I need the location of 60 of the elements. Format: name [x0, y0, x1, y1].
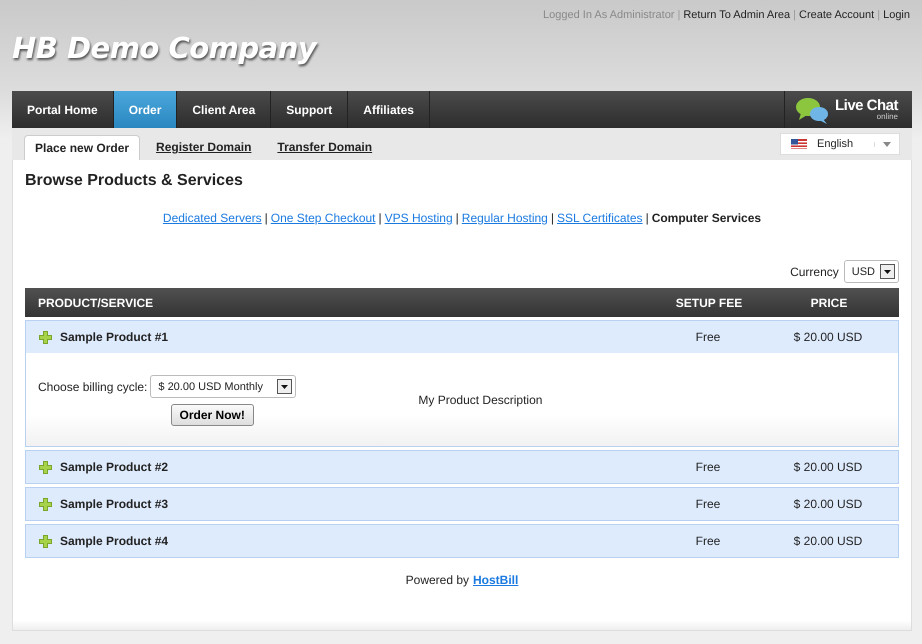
plus-icon	[39, 534, 52, 548]
table-cell-text: $ 20.00 USD	[792, 330, 864, 344]
category-link[interactable]: Dedicated Servers	[162, 211, 262, 225]
table-cell-text: Free	[694, 534, 722, 548]
table-cell-text: $ 20.00 USD	[792, 534, 864, 548]
footer-link[interactable]: HostBill	[473, 573, 518, 587]
flag-icon	[791, 139, 807, 149]
plus-icon	[39, 460, 52, 474]
category-link[interactable]: VPS Hosting	[384, 211, 453, 225]
separator: |	[456, 211, 459, 225]
product-row[interactable]: Sample Product #4 Free $ 20.00 USD	[26, 525, 898, 557]
product-row[interactable]: Sample Product #2 Free $ 20.00 USD	[26, 451, 898, 483]
header-link[interactable]: Login	[883, 9, 910, 21]
separator: |	[677, 9, 680, 21]
header-link[interactable]: Return To Admin Area	[683, 9, 790, 21]
product-row[interactable]: Sample Product #3 Free $ 20.00 USD	[26, 488, 898, 520]
company-logo: HB Demo Company	[12, 31, 319, 65]
table-cell-text: Free	[694, 330, 722, 344]
separator: |	[877, 9, 880, 21]
table-cell-text: $ 20.00 USD	[792, 497, 864, 511]
plus-icon	[39, 498, 52, 510]
page-heading: Browse Products & Services	[25, 171, 244, 190]
column-header: SETUP FEE	[674, 296, 744, 310]
header-link[interactable]: Create Account	[799, 9, 874, 21]
table-cell-text: Free	[694, 497, 722, 511]
billing-label: Choose billing cycle:	[38, 380, 148, 394]
separator: |	[550, 211, 554, 225]
category-link[interactable]: SSL Certificates	[556, 211, 643, 225]
column-header: PRODUCT/SERVICE	[37, 296, 154, 310]
product-name: Sample Product #4	[60, 534, 168, 548]
sub-tab[interactable]: Place new Order	[24, 135, 140, 160]
column-header: PRICE	[810, 296, 848, 310]
separator: |	[646, 211, 649, 225]
separator: |	[378, 211, 382, 225]
plus-icon	[39, 330, 52, 344]
category-link[interactable]: Regular Hosting	[462, 211, 548, 225]
billing-select[interactable]: $ 20.00 USD Monthly	[150, 375, 296, 398]
product-description: My Product Description	[418, 393, 542, 407]
login-status: Logged In As Administrator	[543, 9, 674, 21]
product-row[interactable]: Sample Product #1 Free $ 20.00 USD	[26, 321, 898, 353]
product-name: Sample Product #2	[60, 460, 168, 474]
separator: |	[793, 9, 796, 21]
currency-select[interactable]: USD	[844, 260, 899, 283]
product-name: Sample Product #3	[60, 497, 168, 511]
sub-tab[interactable]: Transfer Domain	[267, 135, 382, 160]
order-button[interactable]: Order Now!	[170, 404, 254, 426]
currency-label: Currency	[790, 264, 839, 278]
category-link[interactable]: One Step Checkout	[270, 211, 376, 225]
product-name: Sample Product #1	[60, 330, 168, 344]
sub-tab[interactable]: Register Domain	[146, 135, 262, 160]
caret-icon	[874, 142, 891, 146]
footer-text: Powered by	[406, 573, 470, 587]
table-cell-text: $ 20.00 USD	[792, 460, 864, 474]
live-chat-status: online	[876, 113, 898, 121]
category-link[interactable]: Computer Services	[652, 211, 762, 225]
live-chat-title[interactable]: Live Chat	[834, 98, 898, 113]
separator: |	[264, 211, 268, 225]
table-cell-text: Free	[694, 460, 722, 474]
chat-bubbles-icon	[794, 96, 829, 124]
language-select[interactable]: English	[780, 133, 900, 155]
